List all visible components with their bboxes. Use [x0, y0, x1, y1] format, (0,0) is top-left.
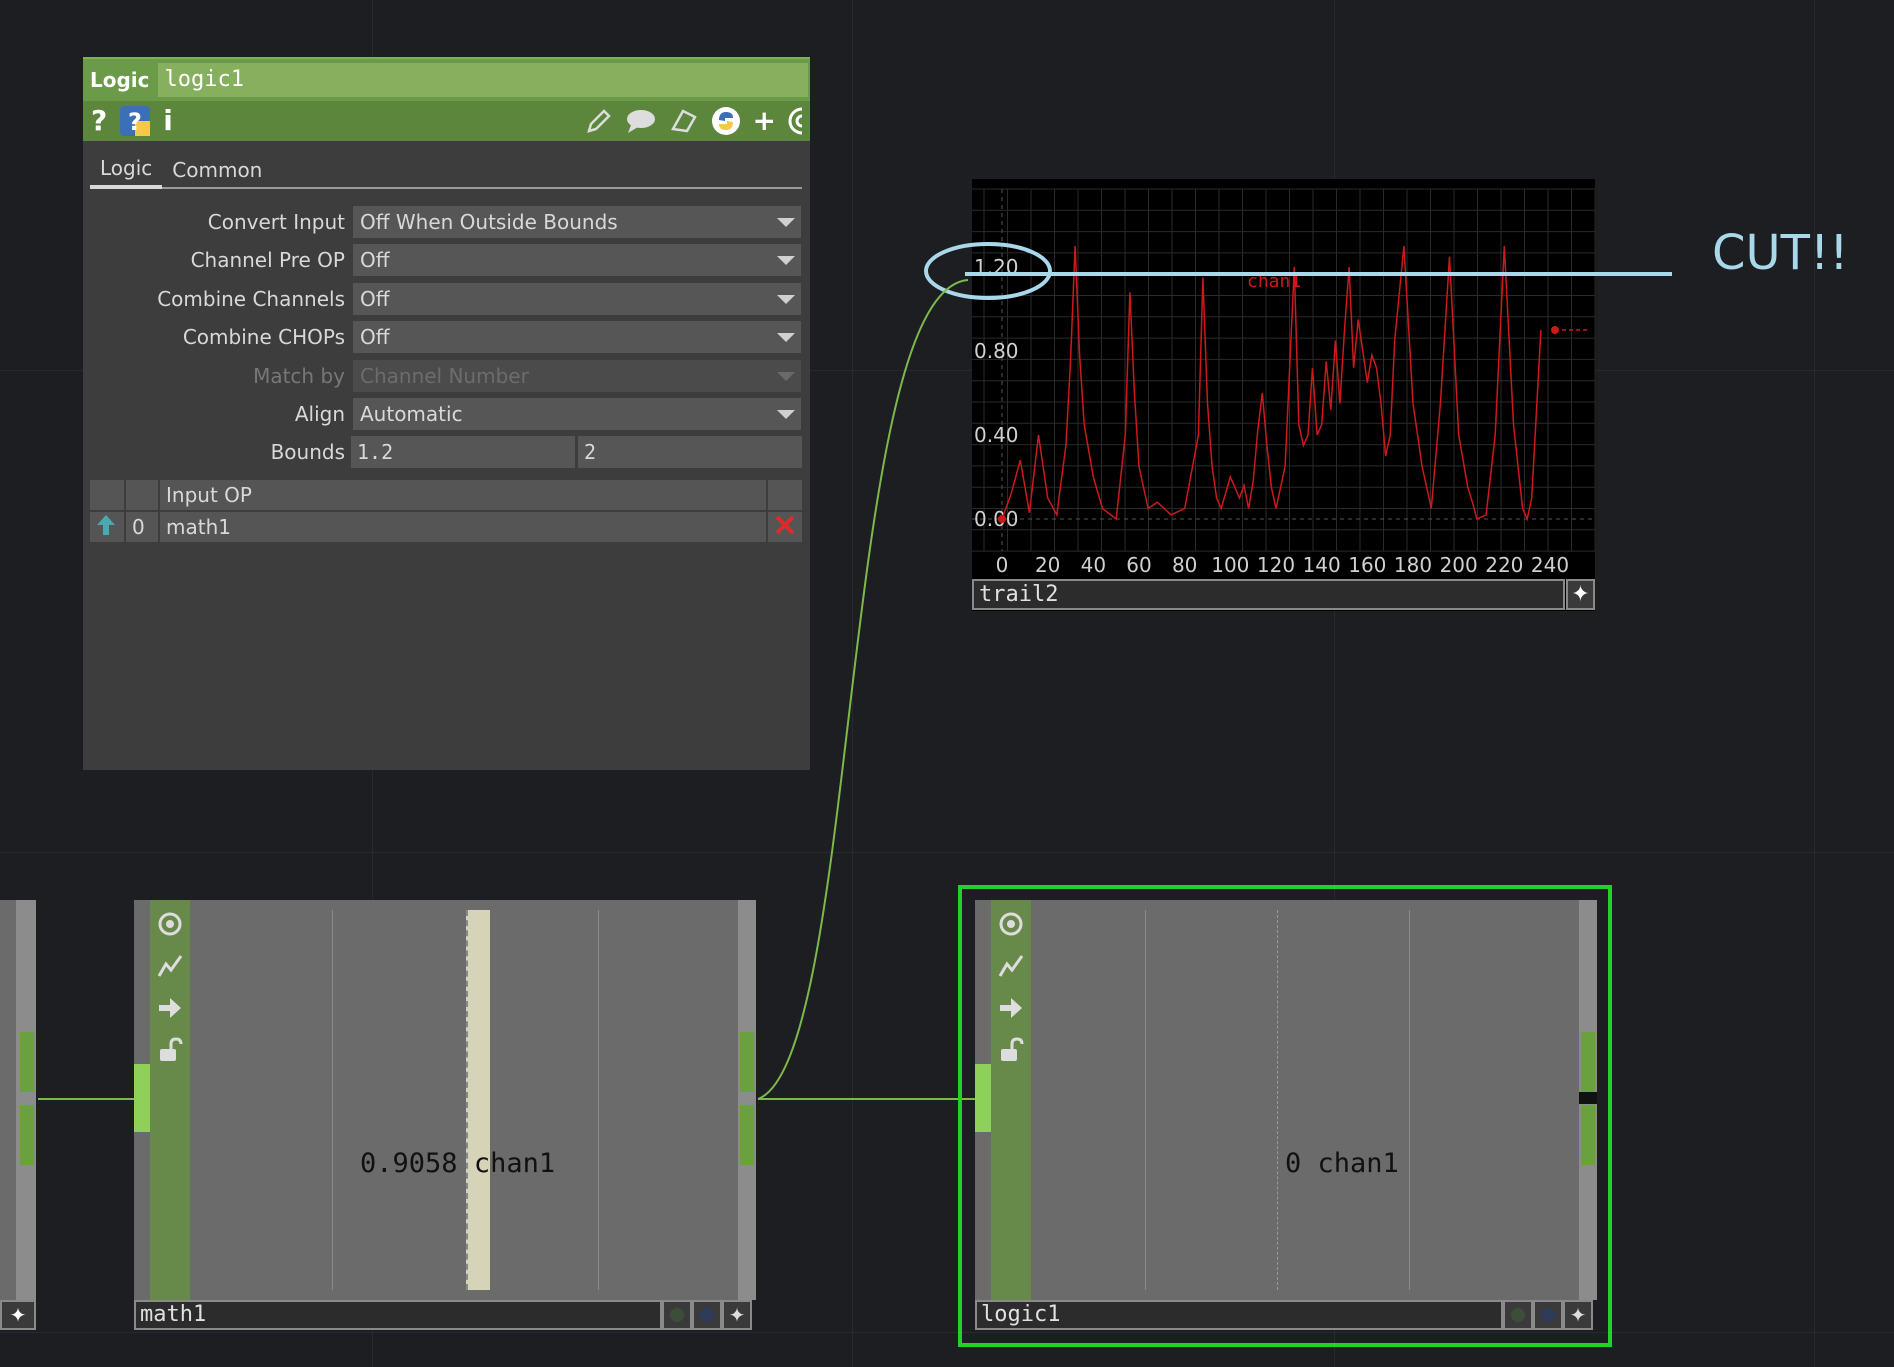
display-indicator[interactable]	[1533, 1300, 1563, 1330]
logic1-viewer: 0 chan1	[1031, 910, 1579, 1290]
math1-value-readout: 0.9058 chan1	[360, 1148, 556, 1179]
grid-line	[1145, 910, 1146, 1290]
viewer-flag-icon[interactable]	[997, 910, 1025, 938]
viewer-toggle-icon[interactable]: ✦	[0, 1300, 36, 1330]
lock-flag-icon[interactable]	[156, 1036, 184, 1064]
grid-line	[1409, 910, 1410, 1290]
logic1-node-name[interactable]: logic1	[975, 1300, 1503, 1330]
output-connector[interactable]	[740, 1032, 754, 1092]
node-flags-strip	[991, 900, 1031, 1300]
grid-line	[1277, 910, 1278, 1290]
math1-node[interactable]: 0.9058 chan1	[134, 900, 756, 1300]
cut-annotation: CUT!!	[1712, 225, 1849, 281]
cut-ellipse	[924, 242, 1052, 300]
node-flags-strip	[150, 900, 190, 1300]
viewer-toggle-icon[interactable]: ✦	[1563, 1300, 1593, 1330]
output-connector-strip	[16, 900, 36, 1300]
output-connector[interactable]	[20, 1032, 34, 1092]
logic1-value-readout: 0 chan1	[1285, 1148, 1399, 1179]
grid-line	[598, 910, 599, 1290]
math1-viewer: 0.9058 chan1	[200, 910, 742, 1290]
output-connector[interactable]	[20, 1105, 34, 1165]
cook-dot-icon	[1511, 1308, 1525, 1322]
input-connector[interactable]	[134, 1064, 150, 1132]
cook-indicator[interactable]	[662, 1300, 692, 1330]
output-connector[interactable]	[740, 1105, 754, 1165]
output-connector-strip	[738, 900, 756, 1300]
bypass-flag-icon[interactable]	[156, 952, 184, 980]
output-connector[interactable]	[1581, 1032, 1595, 1092]
viewer-toggle-icon[interactable]: ✦	[722, 1300, 752, 1330]
grid-line	[332, 910, 333, 1290]
logic1-node[interactable]: 0 chan1	[975, 900, 1597, 1300]
export-flag-icon[interactable]	[156, 994, 184, 1022]
display-dot-icon	[700, 1308, 714, 1322]
value-bar	[466, 910, 490, 1290]
cook-dot-icon	[670, 1308, 684, 1322]
output-connector[interactable]	[1581, 1105, 1595, 1165]
wire	[757, 279, 969, 1100]
cook-indicator[interactable]	[1503, 1300, 1533, 1330]
input-connector[interactable]	[975, 1064, 991, 1132]
viewer-flag-icon[interactable]	[156, 910, 184, 938]
bypass-flag-icon[interactable]	[997, 952, 1025, 980]
display-indicator[interactable]	[692, 1300, 722, 1330]
partial-node[interactable]	[0, 900, 16, 1300]
math1-node-name[interactable]: math1	[134, 1300, 662, 1330]
display-dot-icon	[1541, 1308, 1555, 1322]
lock-flag-icon[interactable]	[997, 1036, 1025, 1064]
export-flag-icon[interactable]	[997, 994, 1025, 1022]
connector-gap	[1579, 1092, 1597, 1104]
